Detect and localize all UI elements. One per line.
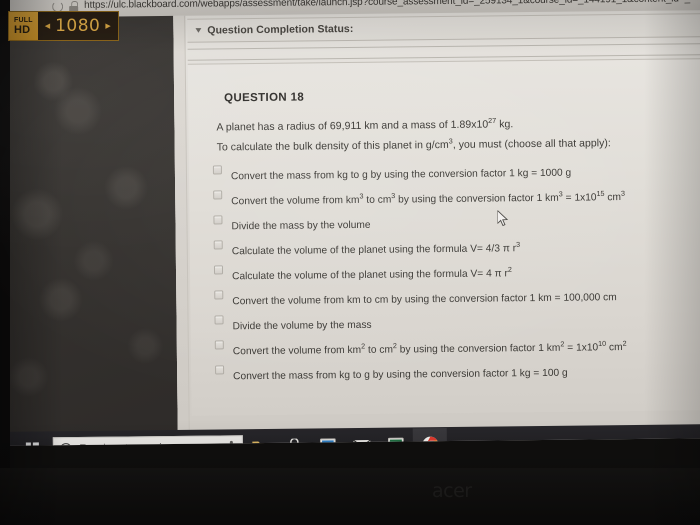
- microsoft-store-icon[interactable]: [277, 429, 311, 446]
- text-run: Convert the mass from kg to g by using t…: [233, 367, 568, 383]
- answer-checkbox-4[interactable]: [213, 240, 223, 250]
- screen-bezel-left: [0, 0, 10, 470]
- answer-option-label-6: Convert the volume from km to cm by usin…: [232, 292, 617, 307]
- question-completion-status-label: Question Completion Status:: [207, 22, 354, 37]
- stem1-text-a: A planet has a radius of 69,911 km and a…: [216, 118, 489, 134]
- text-run: Calculate the volume of the planet using…: [232, 268, 508, 283]
- text-run: Convert the volume from km to cm by usin…: [232, 292, 617, 308]
- dark-left-panel: [0, 15, 178, 446]
- text-run: = 1x10: [562, 192, 597, 204]
- cortana-circle-icon: [59, 442, 72, 446]
- search-input[interactable]: Type here to search: [52, 434, 244, 446]
- exponent: 2: [507, 264, 512, 274]
- answer-checkbox-7[interactable]: [214, 315, 224, 325]
- answer-checkbox-8[interactable]: [214, 340, 224, 350]
- text-run: Convert the volume from km: [231, 194, 360, 208]
- windows-logo-glyph: [25, 442, 39, 446]
- microphone-icon[interactable]: [227, 440, 236, 446]
- osd-full-text: FULL: [14, 16, 33, 24]
- exponent: 3: [620, 188, 626, 198]
- question-stem-line-1: A planet has a radius of 69,911 km and a…: [216, 115, 514, 134]
- text-run: Divide the mass by the volume: [231, 219, 371, 233]
- question-completion-status-bar[interactable]: ▼ Question Completion Status:: [187, 13, 700, 43]
- pearson-app-icon[interactable]: P: [311, 429, 345, 446]
- answer-option-label-2: Convert the volume from km3 to cm3 by us…: [231, 188, 626, 208]
- answer-checkbox-2[interactable]: [213, 190, 223, 200]
- answer-option-label-9: Convert the mass from kg to g by using t…: [233, 368, 568, 383]
- stem2-text-a: To calculate the bulk density of this pl…: [216, 138, 449, 154]
- answer-option-label-4: Calculate the volume of the planet using…: [231, 239, 521, 258]
- text-run: = 1x10: [564, 342, 599, 354]
- separator-line: [187, 43, 700, 50]
- text-run: by using the conversion factor 1 km: [395, 192, 559, 206]
- chevron-down-icon[interactable]: ▼: [193, 26, 203, 35]
- answer-options-list: Convert the mass from kg to g by using t…: [212, 159, 700, 389]
- answer-option-label-8: Convert the volume from km2 to cm2 by us…: [232, 338, 627, 358]
- text-run: by using the conversion factor 1 km: [396, 342, 561, 356]
- monitor-screen: https://ulc.blackboard.com/webapps/asses…: [0, 0, 700, 446]
- text-run: to cm: [363, 194, 392, 206]
- windows-start-icon[interactable]: [15, 432, 49, 446]
- osd-resolution-value: 1080: [55, 16, 101, 36]
- mail-icon[interactable]: [345, 428, 379, 446]
- text-run: Convert the volume from km: [232, 344, 362, 358]
- address-bar-url[interactable]: https://ulc.blackboard.com/webapps/asses…: [84, 0, 690, 11]
- search-placeholder: Type here to search: [80, 441, 227, 446]
- text-run: to cm: [365, 344, 393, 356]
- monitor-osd-badge: FULL HD ◀ 1080 ▶: [8, 11, 119, 41]
- text-run: cm: [604, 192, 622, 204]
- answer-checkbox-6[interactable]: [214, 290, 224, 300]
- osd-right-arrow-icon: ▶: [105, 23, 111, 30]
- svg-text:X: X: [393, 441, 400, 446]
- osd-hd-text: HD: [14, 23, 31, 36]
- monitor-bezel: acer: [0, 468, 700, 525]
- excel-icon[interactable]: X: [379, 428, 413, 446]
- photo-of-monitor: https://ulc.blackboard.com/webapps/asses…: [0, 0, 700, 525]
- chrome-icon[interactable]: [412, 427, 448, 446]
- exponent: 3: [516, 239, 521, 249]
- osd-resolution-readout: ◀ 1080 ▶: [37, 12, 118, 40]
- question-title: QUESTION 18: [224, 91, 305, 105]
- blackboard-page: ▼ Question Completion Status: QUESTION 1…: [173, 10, 700, 444]
- text-run: cm: [606, 342, 623, 354]
- text-run: Calculate the volume of the planet using…: [231, 243, 517, 258]
- answer-option-label-1: Convert the mass from kg to g by using t…: [231, 168, 571, 183]
- answer-checkbox-9[interactable]: [215, 365, 225, 375]
- osd-left-arrow-icon: ◀: [44, 23, 51, 30]
- exponent: 2: [622, 338, 627, 348]
- answer-checkbox-3[interactable]: [213, 215, 223, 225]
- answer-option-label-7: Divide the volume by the mass: [233, 320, 372, 333]
- osd-fullhd-label: FULL HD: [9, 12, 38, 40]
- stem2-text-b: , you must (choose all that apply):: [452, 137, 611, 151]
- padlock-icon: [69, 0, 78, 11]
- file-explorer-icon[interactable]: [243, 429, 277, 446]
- stem1-text-b: kg.: [496, 118, 514, 131]
- answer-option-label-3: Divide the mass by the volume: [231, 220, 370, 233]
- text-run: Divide the volume by the mass: [232, 319, 372, 333]
- acer-brand-logo: acer: [432, 480, 472, 502]
- svg-text:P: P: [324, 441, 331, 446]
- answer-option-label-5: Calculate the volume of the planet using…: [232, 264, 512, 283]
- question-card: QUESTION 18 A planet has a radius of 69,…: [187, 58, 700, 416]
- answer-checkbox-5[interactable]: [213, 265, 224, 275]
- answer-checkbox-1[interactable]: [212, 165, 222, 175]
- answer-option-9[interactable]: Convert the mass from kg to g by using t…: [215, 359, 700, 389]
- stem1-exponent: 27: [488, 115, 497, 126]
- question-stem-line-2: To calculate the bulk density of this pl…: [216, 136, 611, 154]
- text-run: Convert the mass from kg to g by using t…: [230, 167, 572, 183]
